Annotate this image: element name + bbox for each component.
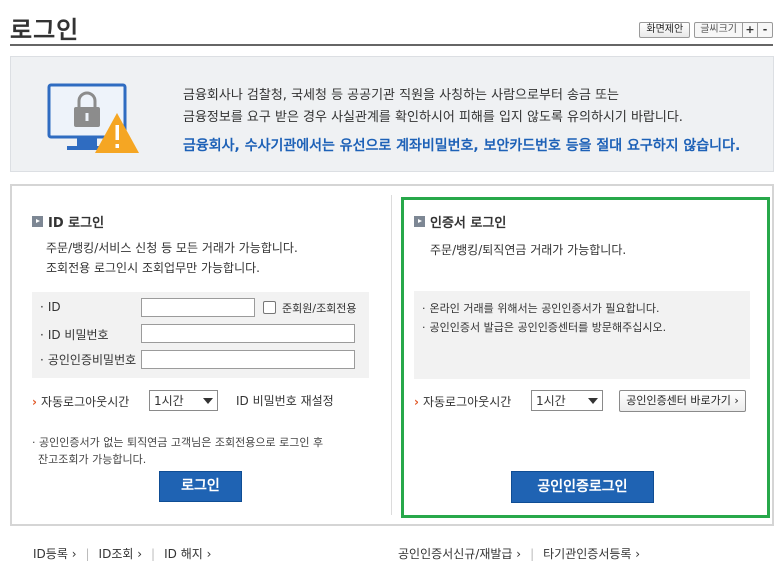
- cert-login-title: 인증서 로그인: [414, 212, 506, 231]
- section-bullet-icon: [32, 216, 43, 227]
- cert-auto-logout-label: 자동로그아웃시간: [414, 393, 511, 410]
- page-title: 로그인: [10, 16, 80, 44]
- separator: |: [530, 546, 535, 561]
- title-divider: [10, 44, 773, 46]
- id-auto-logout-value: 1시간: [154, 394, 184, 408]
- id-cancel-link[interactable]: ID 해지: [164, 545, 211, 562]
- font-decrease-button[interactable]: -: [757, 23, 772, 37]
- footer-links-left: ID등록 | ID조회 | ID 해지: [33, 545, 211, 562]
- screen-suggest-button[interactable]: 화면제안: [639, 22, 691, 38]
- header-tools: 화면제안 글씨크기 + -: [639, 22, 773, 38]
- cert-login-title-text: 인증서 로그인: [430, 216, 507, 231]
- font-size-label: 글씨크기: [700, 24, 737, 35]
- cert-auto-logout-value: 1시간: [536, 394, 566, 408]
- panel-divider: [391, 195, 392, 515]
- notice-line-1: 금융회사나 검찰청, 국세청 등 공공기관 직원을 사칭하는 사람으로부터 송금…: [183, 88, 620, 103]
- retirement-note-2: 잔고조회가 가능합니다.: [38, 453, 147, 466]
- id-field-label: ID: [40, 300, 61, 314]
- id-password-input[interactable]: [141, 324, 355, 343]
- id-login-title: ID 로그인: [32, 212, 104, 231]
- retirement-note-1: · 공인인증서가 없는 퇴직연금 고객님은 조회전용으로 로그인 후: [32, 436, 324, 449]
- pw-field-label: ID 비밀번호: [40, 326, 109, 343]
- notice-line-3: 금융회사, 수사기관에서는 유선으로 계좌비밀번호, 보안카드번호 등을 절대 …: [183, 138, 741, 154]
- semi-member-label: 준회원/조회전용: [282, 302, 357, 315]
- chevron-down-icon: [203, 397, 213, 404]
- font-increase-button[interactable]: +: [742, 23, 757, 37]
- id-login-title-text: ID 로그인: [48, 216, 105, 231]
- chevron-down-icon: [588, 397, 598, 404]
- id-auto-logout-select[interactable]: 1시간: [149, 390, 218, 411]
- cert-issue-link[interactable]: 공인인증서신규/재발급: [398, 545, 521, 562]
- separator: |: [85, 546, 90, 561]
- fraud-notice: 금융회사나 검찰청, 국세청 등 공공기관 직원을 사칭하는 사람으로부터 송금…: [10, 56, 774, 172]
- monitor-lock-warning-icon: [47, 83, 139, 153]
- cert-password-input[interactable]: [141, 350, 355, 369]
- semi-member-checkbox[interactable]: [263, 301, 276, 314]
- id-lookup-link[interactable]: ID조회: [99, 545, 143, 562]
- id-login-desc-2: 조회전용 로그인시 조회업무만 가능합니다.: [46, 261, 260, 275]
- id-login-desc-1: 주문/뱅킹/서비스 신청 등 모든 거래가 가능합니다.: [46, 241, 298, 255]
- cert-login-desc: 주문/뱅킹/퇴직연금 거래가 가능합니다.: [430, 243, 627, 257]
- cert-center-button[interactable]: 공인인증센터 바로가기 ›: [619, 390, 746, 412]
- other-cert-register-link[interactable]: 타기관인증서등록: [543, 545, 640, 562]
- cert-info-1: 온라인 거래를 위해서는 공인인증서가 필요합니다.: [422, 300, 660, 316]
- separator: |: [151, 546, 156, 561]
- id-input[interactable]: [141, 298, 255, 317]
- footer-links-right: 공인인증서신규/재발급 | 타기관인증서등록: [398, 545, 640, 562]
- id-auto-logout-label: 자동로그아웃시간: [32, 393, 129, 410]
- cert-pw-field-label: 공인인증비밀번호: [40, 351, 136, 368]
- font-size-control: 글씨크기 + -: [694, 22, 773, 38]
- reset-password-link[interactable]: ID 비밀번호 재설정: [236, 392, 334, 409]
- notice-line-2: 금융정보를 요구 받은 경우 사실관계를 확인하시어 피해를 입지 않도록 유의…: [183, 110, 683, 125]
- id-login-button[interactable]: 로그인: [159, 471, 242, 502]
- section-bullet-icon: [414, 216, 425, 227]
- cert-login-button[interactable]: 공인인증로그인: [511, 471, 654, 503]
- cert-auto-logout-select[interactable]: 1시간: [531, 390, 603, 411]
- cert-info-2: 공인인증서 발급은 공인인증센터를 방문해주십시오.: [422, 319, 667, 335]
- id-register-link[interactable]: ID등록: [33, 545, 77, 562]
